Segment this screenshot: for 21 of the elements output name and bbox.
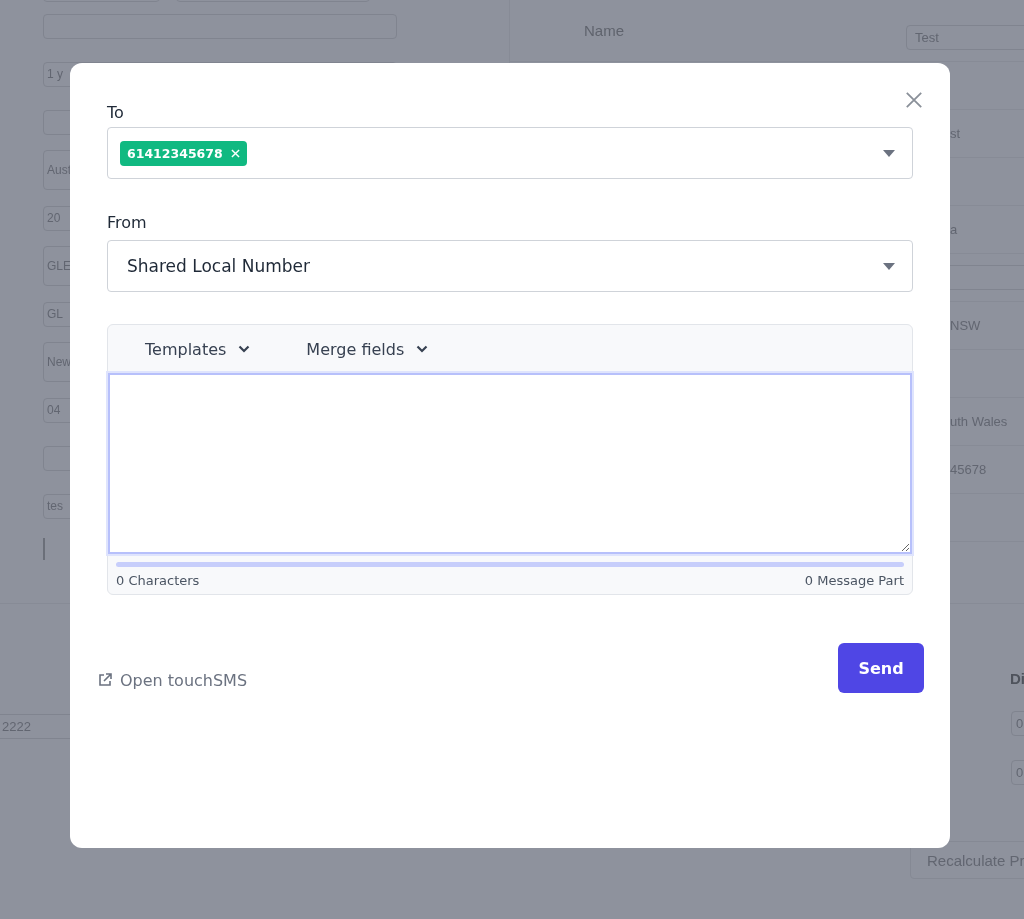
chevron-icon [238,345,251,353]
open-touchsms-link[interactable]: Open touchSMS [97,670,248,690]
column-header: Di [1010,670,1024,687]
toolbar-dropdown[interactable]: Merge fields [306,339,429,359]
character-count: 0 Characters [116,573,200,588]
recipient-tag: 61412345678 [120,140,247,166]
chevron-icon [416,345,429,353]
field-label: From [107,213,148,232]
external-link-icon [97,672,113,688]
send-button[interactable]: Send [838,643,924,693]
remove-icon[interactable] [230,148,240,158]
dropdown-icon[interactable] [883,149,895,157]
message-input[interactable] [108,373,912,554]
dropdown-icon[interactable] [883,262,895,270]
message-part-count: 0 Message Part [804,573,904,588]
field-label: To [107,103,125,122]
toolbar-dropdown[interactable]: Templates [145,339,251,359]
recipient-select[interactable]: 61412345678 [107,127,913,179]
sender-select[interactable]: Shared Local Number [107,240,913,292]
close-icon[interactable] [905,91,923,109]
text-cursor [43,538,45,560]
